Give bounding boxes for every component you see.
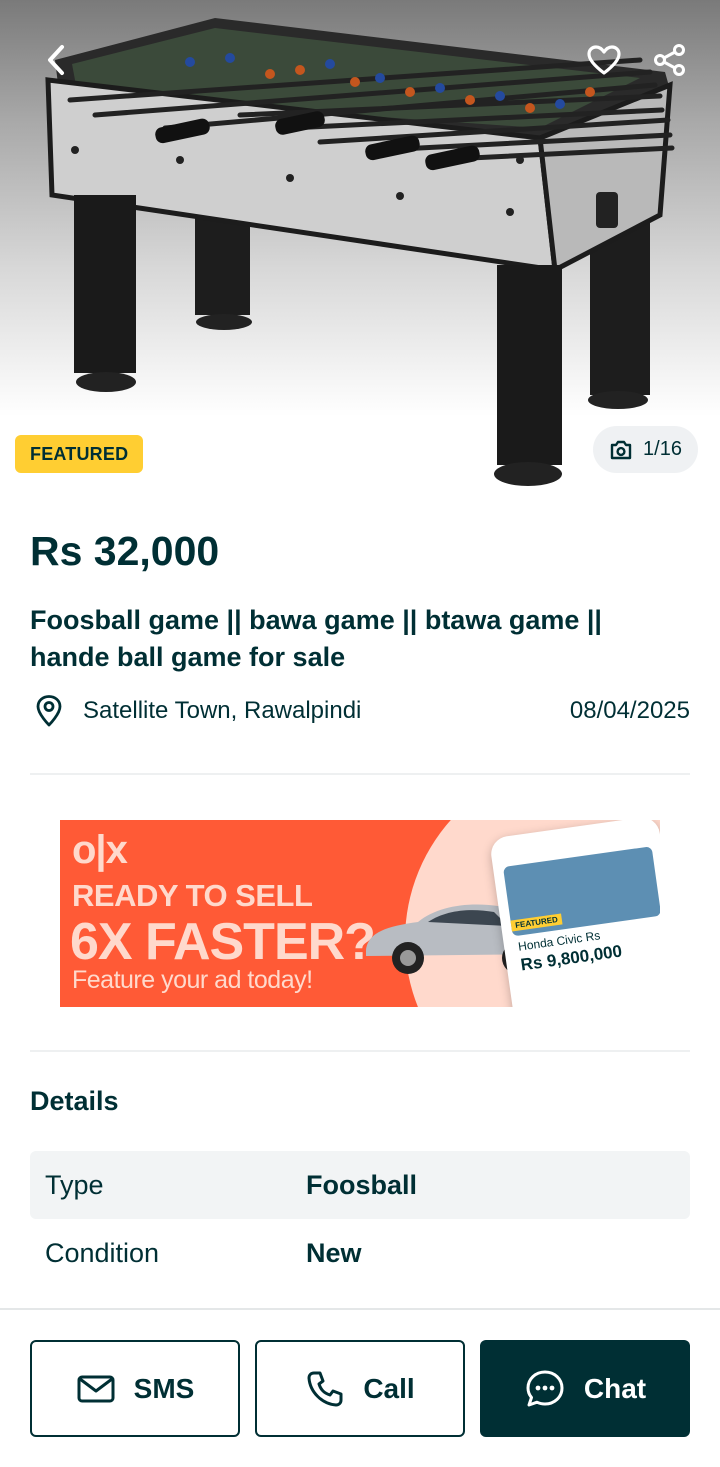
detail-row-type: Type Foosball <box>30 1151 690 1219</box>
chat-label: Chat <box>583 1372 647 1404</box>
olx-logo: o|x <box>72 828 128 872</box>
phone-icon <box>307 1371 343 1406</box>
sms-button[interactable]: SMS <box>30 1340 240 1437</box>
promo-banner[interactable]: o|x READY TO SELL 6X FASTER? Feature you… <box>60 820 660 1007</box>
listing-image[interactable]: FEATURED 1/16 <box>0 0 720 490</box>
heart-icon <box>587 45 621 75</box>
posted-date: 08/04/2025 <box>569 697 690 724</box>
featured-badge: FEATURED <box>15 435 144 473</box>
camera-icon <box>610 440 632 459</box>
location-pin-icon <box>30 692 68 730</box>
banner-line-2: 6X FASTER? <box>70 913 376 971</box>
chevron-left-icon <box>48 45 64 75</box>
details-heading: Details <box>30 1086 119 1116</box>
banner-line-3: Feature your ad today! <box>72 966 313 994</box>
banner-line-1: READY TO SELL <box>72 878 313 913</box>
call-button[interactable]: Call <box>255 1340 465 1437</box>
chat-bubble-icon <box>526 1370 564 1406</box>
location-text: Satellite Town, Rawalpindi <box>83 697 362 724</box>
mail-icon <box>77 1375 115 1402</box>
photo-counter-text: 1/16 <box>643 438 682 460</box>
divider <box>30 773 690 775</box>
listing-price: Rs 32,000 <box>30 528 220 574</box>
favorite-button[interactable] <box>582 38 626 82</box>
detail-key: Type <box>45 1169 104 1200</box>
share-icon <box>654 44 685 76</box>
call-label: Call <box>363 1372 415 1404</box>
photo-counter[interactable]: 1/16 <box>593 426 698 473</box>
detail-row-condition: Condition New <box>30 1219 690 1287</box>
detail-value: New <box>306 1237 362 1268</box>
share-button[interactable] <box>648 38 692 82</box>
listing-title: Foosball game || bawa game || btawa game… <box>30 605 602 672</box>
back-button[interactable] <box>34 38 78 82</box>
chat-button[interactable]: Chat <box>480 1340 690 1437</box>
detail-value: Foosball <box>306 1169 418 1200</box>
detail-key: Condition <box>45 1237 160 1268</box>
location-row: Satellite Town, Rawalpindi 08/04/2025 <box>30 692 690 730</box>
sms-label: SMS <box>133 1372 195 1404</box>
divider <box>30 1050 690 1052</box>
phone-mockup: FEATURED Honda Civic Rs Rs 9,800,000 <box>488 820 660 1007</box>
